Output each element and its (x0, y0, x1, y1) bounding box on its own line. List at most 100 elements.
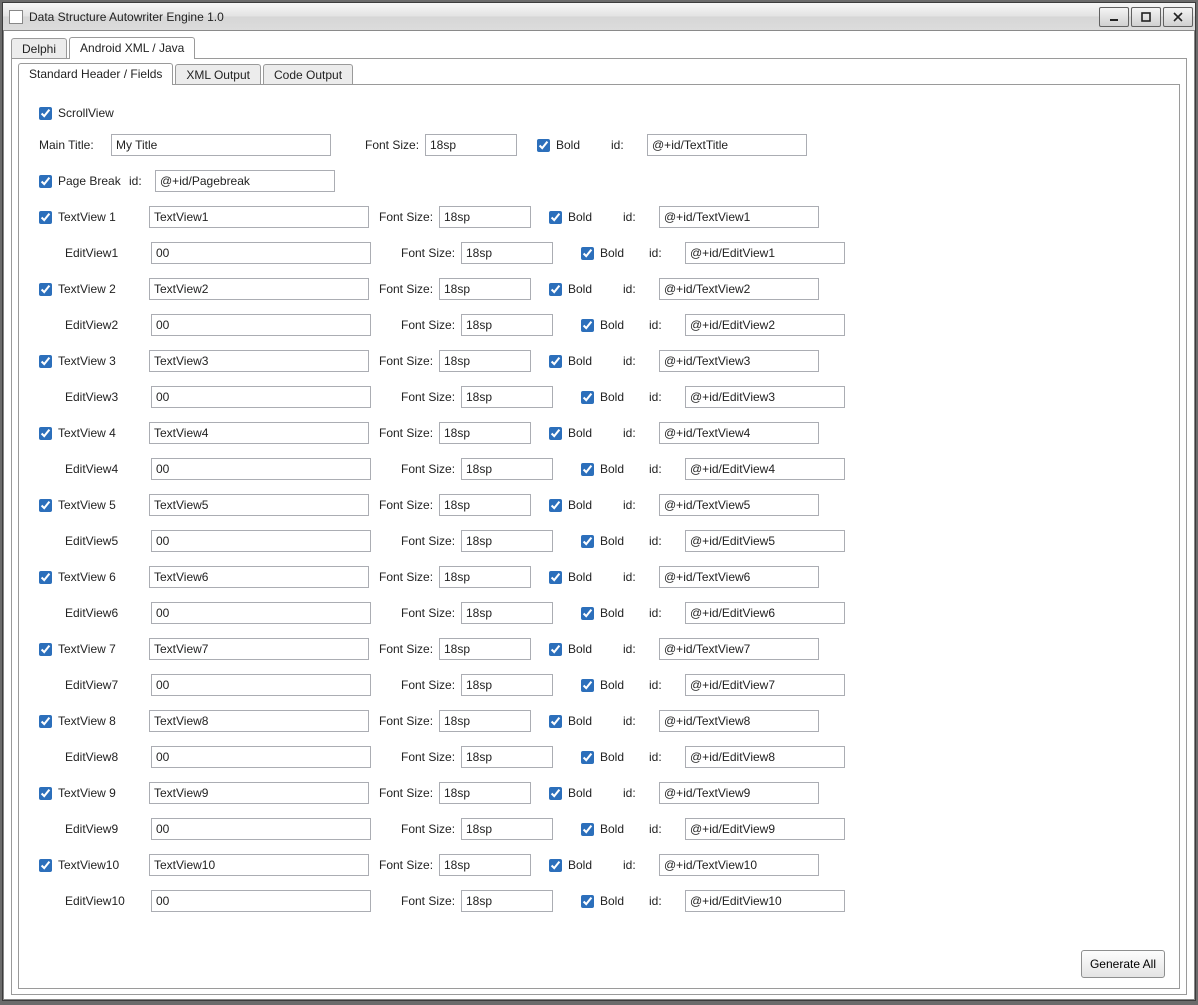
textview7-value-input[interactable] (149, 638, 369, 660)
editview2-fontsize-input[interactable] (461, 314, 553, 336)
scrollview-checkbox[interactable]: ScrollView (39, 106, 114, 120)
textview7-id-input[interactable] (659, 638, 819, 660)
textview4-check-input[interactable] (39, 427, 52, 440)
titlebar[interactable]: Data Structure Autowriter Engine 1.0 (3, 3, 1195, 31)
textview5-value-input[interactable] (149, 494, 369, 516)
editview10-value-input[interactable] (151, 890, 371, 912)
textview4-fontsize-input[interactable] (439, 422, 531, 444)
textview1-id-input[interactable] (659, 206, 819, 228)
editview8-bold-checkbox[interactable]: Bold (581, 750, 649, 764)
editview10-fontsize-input[interactable] (461, 890, 553, 912)
editview10-bold-input[interactable] (581, 895, 594, 908)
textview8-fontsize-input[interactable] (439, 710, 531, 732)
tab-code-output[interactable]: Code Output (263, 64, 353, 86)
page-break-check-input[interactable] (39, 175, 52, 188)
main-title-bold-checkbox[interactable]: Bold (537, 138, 611, 152)
editview6-id-input[interactable] (685, 602, 845, 624)
editview3-fontsize-input[interactable] (461, 386, 553, 408)
textview7-check-input[interactable] (39, 643, 52, 656)
textview1-fontsize-input[interactable] (439, 206, 531, 228)
textview8-value-input[interactable] (149, 710, 369, 732)
textview9-bold-checkbox[interactable]: Bold (549, 786, 623, 800)
editview4-id-input[interactable] (685, 458, 845, 480)
editview1-fontsize-input[interactable] (461, 242, 553, 264)
textview4-bold-checkbox[interactable]: Bold (549, 426, 623, 440)
textview5-check-input[interactable] (39, 499, 52, 512)
textview10-bold-input[interactable] (549, 859, 562, 872)
editview3-value-input[interactable] (151, 386, 371, 408)
textview10-check-input[interactable] (39, 859, 52, 872)
textview10-value-input[interactable] (149, 854, 369, 876)
textview6-fontsize-input[interactable] (439, 566, 531, 588)
page-break-id-input[interactable] (155, 170, 335, 192)
textview9-value-input[interactable] (149, 782, 369, 804)
textview8-id-input[interactable] (659, 710, 819, 732)
editview8-fontsize-input[interactable] (461, 746, 553, 768)
editview5-value-input[interactable] (151, 530, 371, 552)
textview3-bold-input[interactable] (549, 355, 562, 368)
main-title-id-input[interactable] (647, 134, 807, 156)
textview6-check-input[interactable] (39, 571, 52, 584)
textview3-fontsize-input[interactable] (439, 350, 531, 372)
editview5-bold-input[interactable] (581, 535, 594, 548)
tab-android[interactable]: Android XML / Java (69, 37, 195, 59)
textview2-checkbox[interactable]: TextView 2 (39, 282, 149, 296)
textview10-id-input[interactable] (659, 854, 819, 876)
textview7-bold-checkbox[interactable]: Bold (549, 642, 623, 656)
main-title-fontsize-input[interactable] (425, 134, 517, 156)
editview7-bold-input[interactable] (581, 679, 594, 692)
editview6-value-input[interactable] (151, 602, 371, 624)
textview2-value-input[interactable] (149, 278, 369, 300)
textview3-bold-checkbox[interactable]: Bold (549, 354, 623, 368)
main-title-input[interactable] (111, 134, 331, 156)
textview8-checkbox[interactable]: TextView 8 (39, 714, 149, 728)
textview2-id-input[interactable] (659, 278, 819, 300)
editview3-bold-input[interactable] (581, 391, 594, 404)
editview4-fontsize-input[interactable] (461, 458, 553, 480)
textview5-checkbox[interactable]: TextView 5 (39, 498, 149, 512)
editview9-bold-input[interactable] (581, 823, 594, 836)
textview10-bold-checkbox[interactable]: Bold (549, 858, 623, 872)
editview7-fontsize-input[interactable] (461, 674, 553, 696)
textview2-bold-input[interactable] (549, 283, 562, 296)
tab-standard-header[interactable]: Standard Header / Fields (18, 63, 173, 85)
textview6-bold-input[interactable] (549, 571, 562, 584)
editview7-id-input[interactable] (685, 674, 845, 696)
editview9-value-input[interactable] (151, 818, 371, 840)
editview9-id-input[interactable] (685, 818, 845, 840)
editview2-value-input[interactable] (151, 314, 371, 336)
editview2-bold-input[interactable] (581, 319, 594, 332)
editview9-fontsize-input[interactable] (461, 818, 553, 840)
editview6-bold-checkbox[interactable]: Bold (581, 606, 649, 620)
editview5-bold-checkbox[interactable]: Bold (581, 534, 649, 548)
editview9-bold-checkbox[interactable]: Bold (581, 822, 649, 836)
textview5-bold-checkbox[interactable]: Bold (549, 498, 623, 512)
maximize-button[interactable] (1131, 7, 1161, 27)
editview1-value-input[interactable] (151, 242, 371, 264)
editview10-bold-checkbox[interactable]: Bold (581, 894, 649, 908)
page-break-checkbox[interactable]: Page Break (39, 174, 129, 188)
textview10-fontsize-input[interactable] (439, 854, 531, 876)
textview6-value-input[interactable] (149, 566, 369, 588)
textview7-fontsize-input[interactable] (439, 638, 531, 660)
editview6-fontsize-input[interactable] (461, 602, 553, 624)
tab-xml-output[interactable]: XML Output (175, 64, 261, 86)
textview8-bold-input[interactable] (549, 715, 562, 728)
editview4-bold-input[interactable] (581, 463, 594, 476)
textview2-check-input[interactable] (39, 283, 52, 296)
textview3-value-input[interactable] (149, 350, 369, 372)
textview2-bold-checkbox[interactable]: Bold (549, 282, 623, 296)
editview2-bold-checkbox[interactable]: Bold (581, 318, 649, 332)
textview1-check-input[interactable] (39, 211, 52, 224)
textview2-fontsize-input[interactable] (439, 278, 531, 300)
textview3-check-input[interactable] (39, 355, 52, 368)
editview1-id-input[interactable] (685, 242, 845, 264)
textview5-id-input[interactable] (659, 494, 819, 516)
textview1-bold-checkbox[interactable]: Bold (549, 210, 623, 224)
tab-delphi[interactable]: Delphi (11, 38, 67, 60)
editview3-bold-checkbox[interactable]: Bold (581, 390, 649, 404)
textview3-id-input[interactable] (659, 350, 819, 372)
textview10-checkbox[interactable]: TextView10 (39, 858, 149, 872)
editview8-id-input[interactable] (685, 746, 845, 768)
textview1-bold-input[interactable] (549, 211, 562, 224)
